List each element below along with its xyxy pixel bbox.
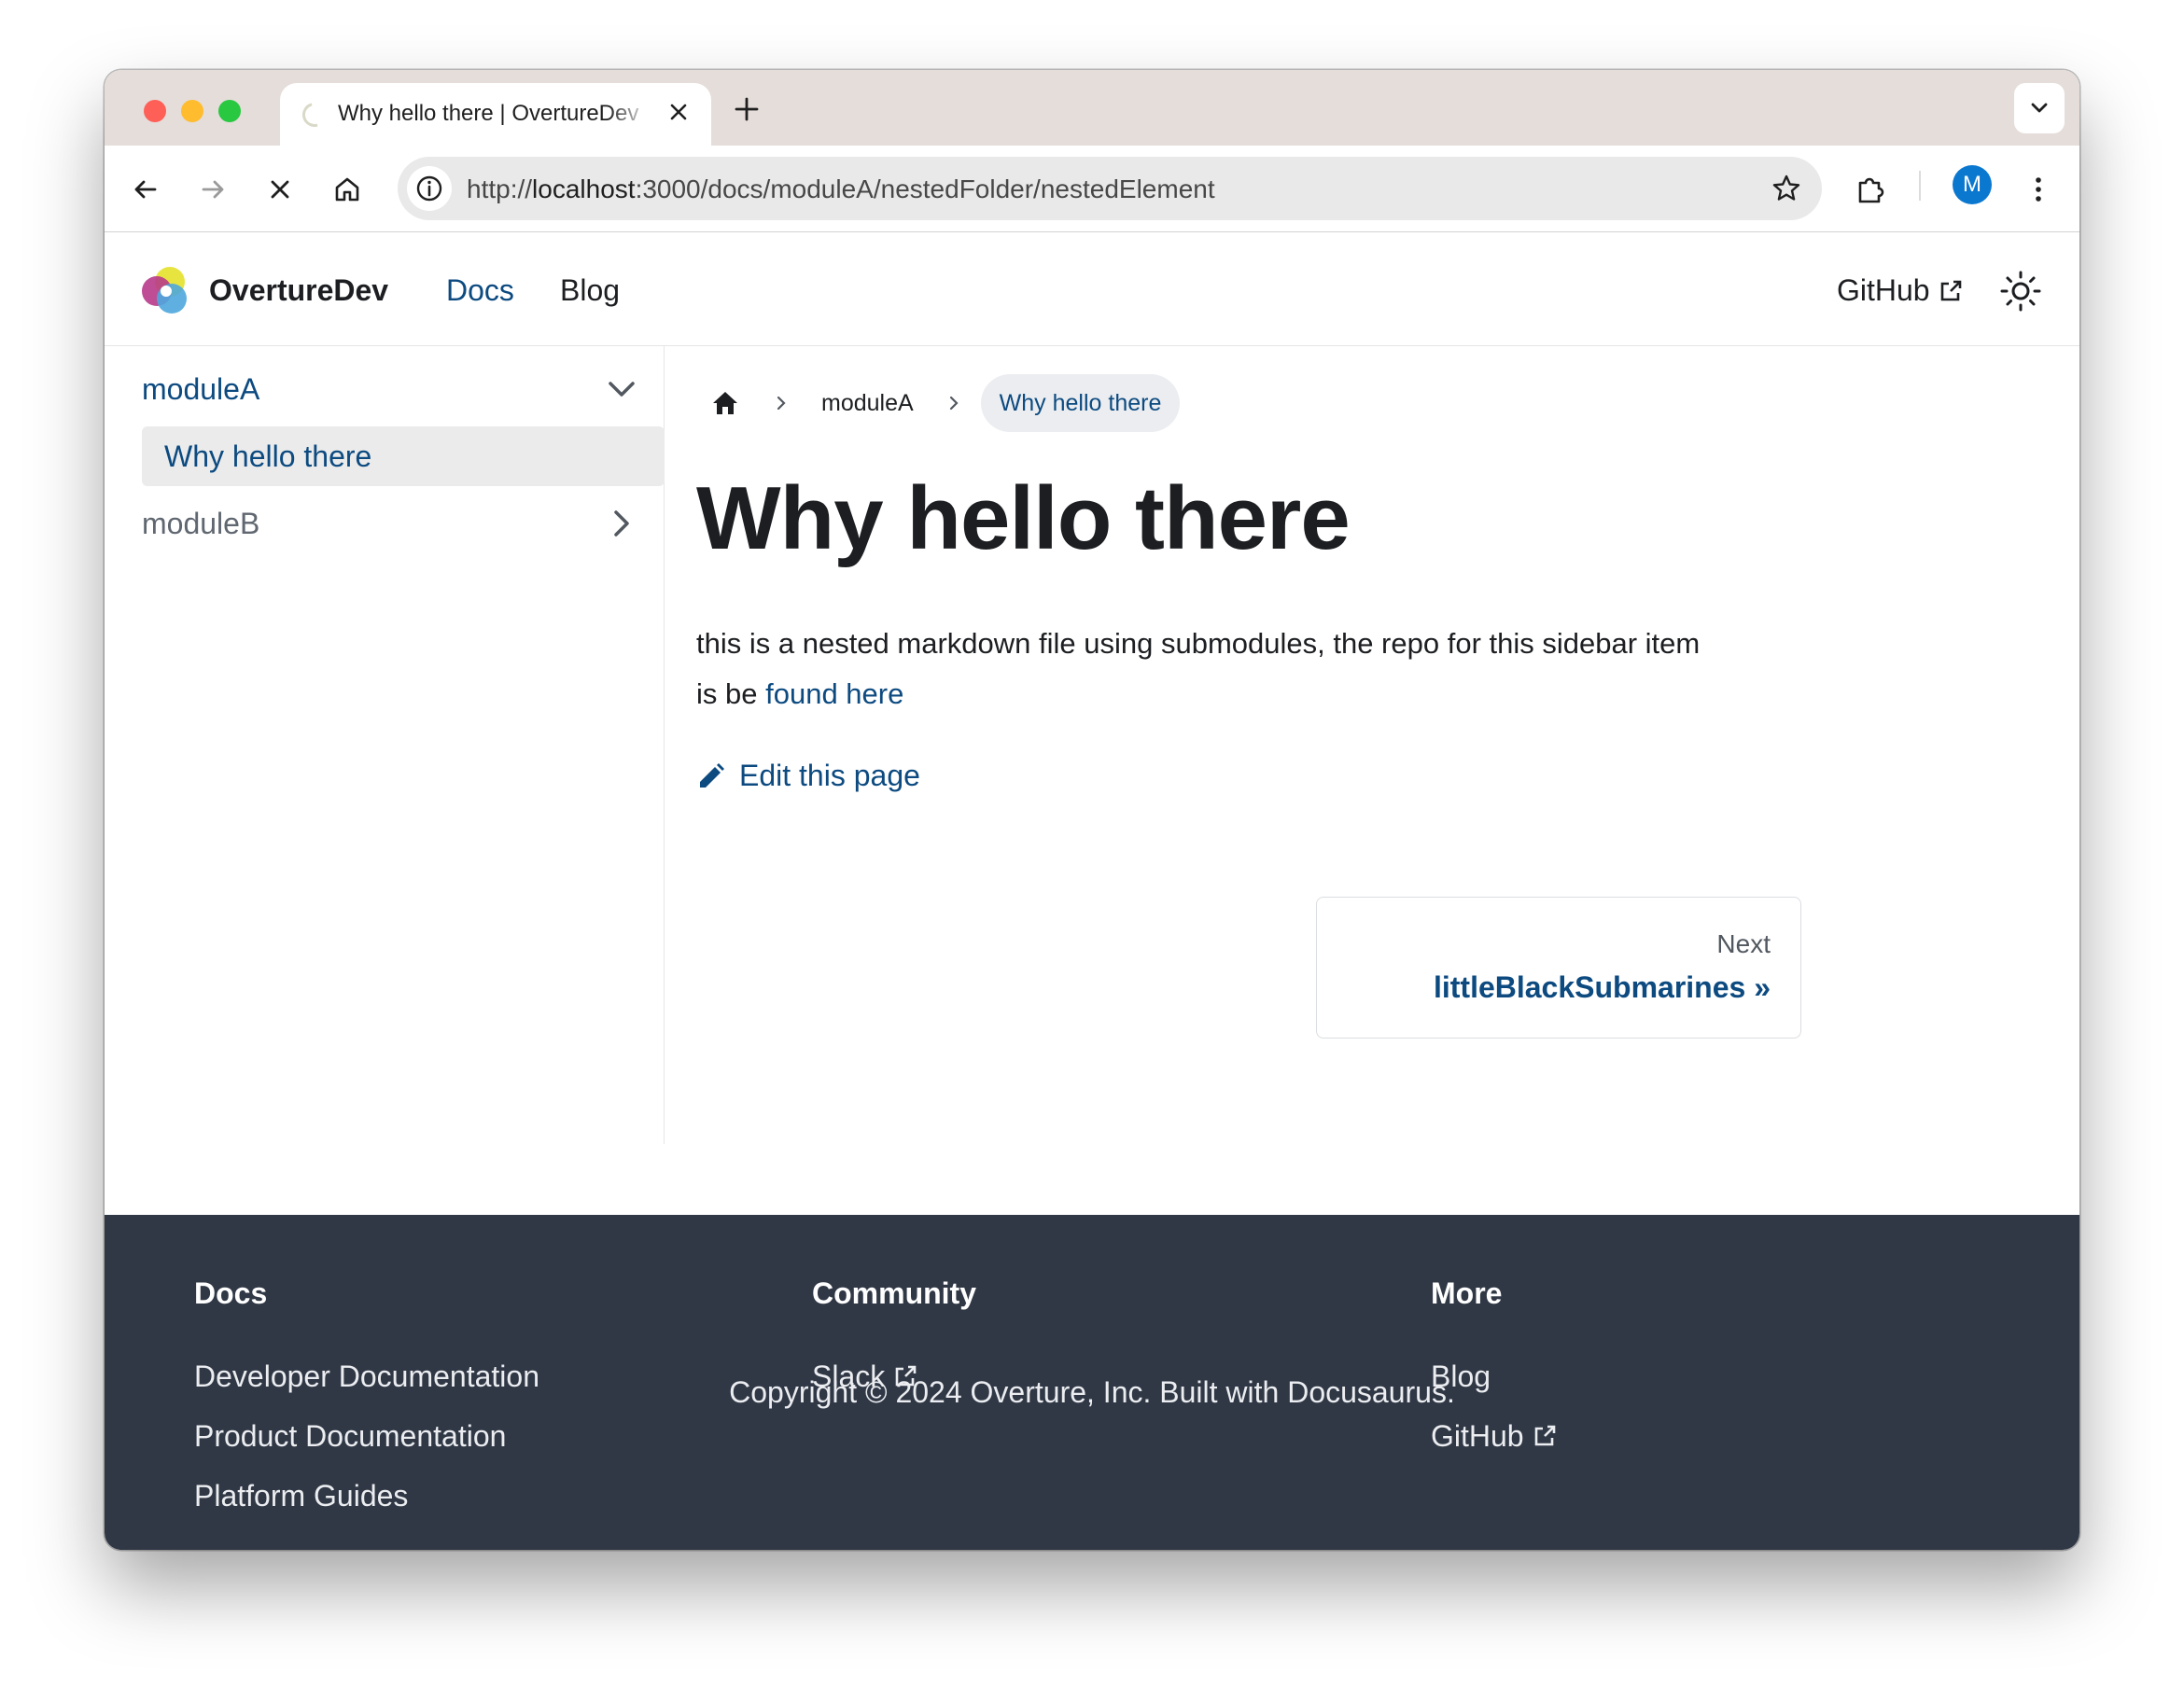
loading-spinner-icon [298, 98, 331, 132]
url-text: http://localhost:3000/docs/moduleA/neste… [467, 174, 1215, 203]
sidebar-item-why-hello-there[interactable]: Why hello there [142, 426, 665, 486]
pencil-icon [700, 762, 724, 788]
external-link-icon [1534, 1425, 1555, 1446]
overture-logo-icon[interactable] [138, 264, 190, 316]
browser-window: Why hello there | OvertureDev http://loc… [105, 70, 2079, 1550]
page-title: Why hello there [696, 468, 1351, 568]
footer-link-label: GitHub [1431, 1418, 1524, 1453]
address-bar[interactable]: http://localhost:3000/docs/moduleA/neste… [398, 157, 1822, 220]
extensions-puzzle-icon[interactable] [1852, 171, 1889, 208]
forward-arrow-icon[interactable] [194, 171, 231, 208]
info-icon [416, 175, 442, 202]
edit-this-page-link[interactable]: Edit this page [696, 759, 920, 793]
found-here-link[interactable]: found here [765, 677, 903, 710]
brand-name[interactable]: OvertureDev [209, 273, 388, 308]
nav-link-github[interactable]: GitHub [1837, 273, 1964, 308]
edit-label: Edit this page [739, 759, 920, 792]
chevron-right-icon[interactable] [603, 505, 640, 542]
more-menu-icon[interactable] [2020, 171, 2057, 208]
breadcrumb-current: Why hello there [980, 374, 1181, 432]
site-navbar: OvertureDev Docs Blog GitHub [105, 232, 2079, 346]
home-icon[interactable] [329, 171, 366, 208]
pagination-next-title: littleBlackSubmarines » [1433, 970, 1771, 1004]
theme-toggle-sun-icon[interactable] [1997, 268, 2044, 314]
stop-loading-icon[interactable] [261, 171, 299, 208]
breadcrumb: moduleA Why hello there [696, 374, 1181, 432]
footer-link-platform-guides[interactable]: Platform Guides [194, 1466, 539, 1526]
footer-column-more: More Blog GitHub [1431, 1276, 1558, 1466]
nav-github-label: GitHub [1837, 273, 1930, 307]
tab-title: Why hello there | OvertureDev [338, 101, 639, 126]
web-page: OvertureDev Docs Blog GitHub moduleA Why… [105, 232, 2079, 1550]
doc-content: moduleA Why hello there Why hello there … [696, 346, 2059, 1144]
footer-link-github[interactable]: GitHub [1431, 1406, 1558, 1466]
close-window-button[interactable] [144, 100, 166, 122]
tab-close-icon[interactable] [665, 98, 693, 126]
back-arrow-icon[interactable] [127, 171, 164, 208]
breadcrumb-home[interactable] [696, 374, 754, 432]
breadcrumb-separator-icon [777, 396, 786, 411]
pagination-next[interactable]: Next littleBlackSubmarines » [1316, 897, 1801, 1039]
browser-tab[interactable]: Why hello there | OvertureDev [280, 83, 711, 146]
breadcrumb-moduleA[interactable]: moduleA [808, 390, 927, 417]
home-icon [713, 392, 737, 414]
maximize-window-button[interactable] [218, 100, 241, 122]
sidebar-category-moduleB[interactable]: moduleB [142, 507, 259, 541]
bookmark-star-icon[interactable] [1768, 170, 1805, 207]
minimize-window-button[interactable] [181, 100, 203, 122]
new-tab-icon[interactable] [730, 92, 763, 126]
sidebar-category-moduleA[interactable]: moduleA [142, 372, 259, 407]
footer-copyright: Copyright © 2024 Overture, Inc. Built wi… [729, 1375, 1455, 1409]
article-paragraph: this is a nested markdown file using sub… [696, 627, 1701, 710]
breadcrumb-separator-icon [949, 396, 959, 411]
footer-heading: More [1431, 1276, 1503, 1310]
sidebar-item-label: Why hello there [164, 439, 372, 473]
chevron-down-icon[interactable] [603, 370, 640, 408]
docs-sidebar: moduleA Why hello there moduleB [105, 346, 665, 1144]
footer-heading: Docs [194, 1276, 268, 1310]
footer-heading: Community [812, 1276, 976, 1310]
chevron-down-icon [2031, 103, 2048, 113]
tab-search-button[interactable] [2014, 83, 2065, 133]
browser-toolbar: http://localhost:3000/docs/moduleA/neste… [105, 146, 2079, 232]
footer-link-product-documentation[interactable]: Product Documentation [194, 1406, 539, 1466]
profile-avatar[interactable]: M [1953, 165, 1992, 204]
nav-link-blog[interactable]: Blog [560, 273, 620, 308]
pagination-next-label: Next [1716, 929, 1771, 958]
tab-strip: Why hello there | OvertureDev [105, 70, 2079, 146]
external-link-icon [1940, 280, 1961, 300]
site-info-button[interactable] [407, 166, 452, 211]
toolbar-divider [1919, 171, 1921, 201]
nav-link-docs[interactable]: Docs [446, 273, 514, 308]
